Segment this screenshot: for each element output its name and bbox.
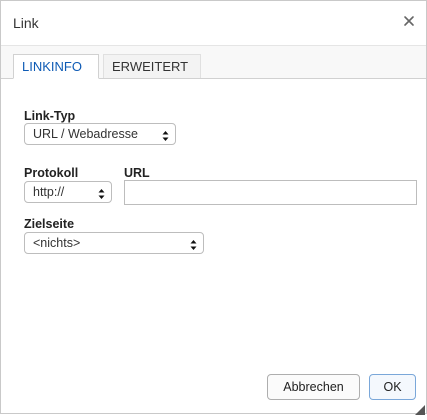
resize-grip-icon[interactable] bbox=[415, 402, 425, 415]
link-dialog: Link LINKINFO ERWEITERT Link-Typ URL / W… bbox=[0, 0, 427, 415]
ok-button[interactable]: OK bbox=[369, 374, 416, 400]
select-arrows-icon bbox=[162, 128, 169, 141]
protocol-label: Protokoll bbox=[24, 166, 79, 180]
url-label: URL bbox=[124, 166, 150, 180]
tab-erweitert[interactable]: ERWEITERT bbox=[103, 54, 201, 78]
dialog-titlebar: Link bbox=[1, 1, 426, 46]
link-type-label: Link-Typ bbox=[24, 109, 76, 123]
select-arrows-icon bbox=[190, 237, 197, 250]
tab-bar: LINKINFO ERWEITERT bbox=[1, 46, 426, 79]
target-select[interactable]: <nichts> bbox=[24, 232, 204, 254]
protocol-value: http:// bbox=[33, 185, 65, 199]
link-type-value: URL / Webadresse bbox=[33, 127, 138, 141]
target-value: <nichts> bbox=[33, 236, 81, 250]
select-arrows-icon bbox=[98, 186, 105, 199]
dialog-title: Link bbox=[13, 15, 39, 31]
tab-linkinfo[interactable]: LINKINFO bbox=[13, 54, 99, 79]
close-icon[interactable] bbox=[402, 14, 416, 28]
target-label: Zielseite bbox=[24, 217, 75, 231]
protocol-select[interactable]: http:// bbox=[24, 181, 112, 203]
link-type-select[interactable]: URL / Webadresse bbox=[24, 123, 176, 145]
cancel-button[interactable]: Abbrechen bbox=[267, 374, 360, 400]
url-input[interactable] bbox=[124, 180, 417, 205]
